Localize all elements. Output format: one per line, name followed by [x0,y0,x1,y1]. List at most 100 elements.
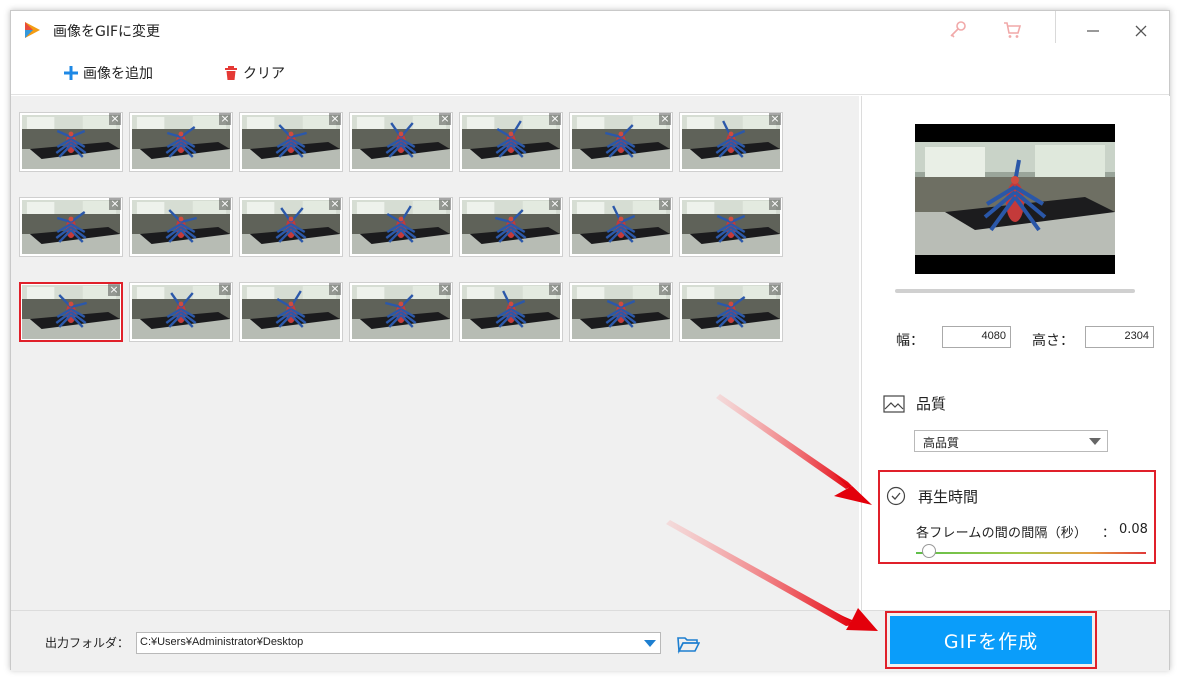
thumbnail-grid: × × × × × × × × × × × × × × × × × × × × × [11,96,859,610]
thumbnail-photo [352,200,450,254]
chevron-down-icon[interactable] [644,640,656,647]
preview-progress-track[interactable] [895,289,1135,293]
thumbnail-photo [22,200,120,254]
remove-thumbnail-icon[interactable]: × [549,198,561,210]
minimize-icon[interactable] [1081,19,1105,43]
image-thumbnail[interactable]: × [459,112,563,172]
window-title: 画像をGIFに変更 [53,24,161,40]
key-icon[interactable] [947,19,969,41]
output-folder-label: 出力フォルダ： [45,636,130,650]
image-thumbnail[interactable]: × [459,197,563,257]
image-thumbnail[interactable]: × [19,112,123,172]
clear-button[interactable]: クリア [223,62,285,84]
thumbnail-photo [132,285,230,339]
thumbnail-photo [22,285,120,339]
interval-label: 各フレームの間の間隔（秒） [916,526,1088,541]
image-thumbnail[interactable]: × [129,112,233,172]
remove-thumbnail-icon[interactable]: × [109,198,121,210]
remove-thumbnail-icon[interactable]: × [769,113,781,125]
image-thumbnail[interactable]: × [349,112,453,172]
thumbnail-photo [242,285,340,339]
image-thumbnail[interactable]: × [679,282,783,342]
app-logo-icon [25,22,40,38]
image-thumbnail[interactable]: × [129,282,233,342]
thumbnail-photo [22,115,120,169]
title-separator [1055,11,1056,43]
image-thumbnail[interactable]: × [19,282,123,342]
remove-thumbnail-icon[interactable]: × [219,283,231,295]
trash-icon [225,66,237,80]
image-thumbnail[interactable]: × [239,197,343,257]
create-gif-button[interactable]: GIFを作成 [890,616,1092,664]
image-thumbnail[interactable]: × [349,282,453,342]
image-thumbnail[interactable]: × [679,112,783,172]
remove-thumbnail-icon[interactable]: × [439,283,451,295]
folder-icon[interactable] [676,634,700,654]
interval-slider-thumb[interactable] [922,544,936,558]
interval-slider[interactable] [916,552,1146,554]
thumbnail-photo [682,115,780,169]
output-folder-field[interactable]: C:¥Users¥Administrator¥Desktop [136,632,661,654]
thumbnail-photo [462,200,560,254]
thumbnail-photo [572,285,670,339]
preview-image [915,124,1115,274]
remove-thumbnail-icon[interactable]: × [439,113,451,125]
thumbnail-photo [462,285,560,339]
quality-label: 品質 [916,395,947,413]
image-thumbnail[interactable]: × [679,197,783,257]
image-thumbnail[interactable]: × [569,197,673,257]
thumbnail-photo [242,200,340,254]
image-thumbnail[interactable]: × [459,282,563,342]
add-image-button[interactable]: 画像を追加 [63,62,153,84]
quality-selected-value: 高品質 [923,436,960,450]
image-thumbnail[interactable]: × [569,282,673,342]
thumbnail-photo [462,115,560,169]
thumbnail-photo [242,115,340,169]
remove-thumbnail-icon[interactable]: × [219,113,231,125]
plus-icon [64,66,78,80]
height-label: 高さ： [1032,333,1074,349]
remove-thumbnail-icon[interactable]: × [219,198,231,210]
image-thumbnail[interactable]: × [349,197,453,257]
remove-thumbnail-icon[interactable]: × [659,113,671,125]
remove-thumbnail-icon[interactable]: × [659,198,671,210]
thumbnail-photo [572,200,670,254]
output-folder-path: C:¥Users¥Administrator¥Desktop [140,636,304,648]
remove-thumbnail-icon[interactable]: × [108,284,120,296]
height-field[interactable]: 2304 [1085,326,1154,348]
clock-icon [886,486,906,506]
remove-thumbnail-icon[interactable]: × [329,198,341,210]
remove-thumbnail-icon[interactable]: × [769,198,781,210]
properties-panel: 幅： 4080 高さ： 2304 品質 高品質 再生時間 各フレームの間の間隔（… [861,96,1170,610]
remove-thumbnail-icon[interactable]: × [329,283,341,295]
cart-icon[interactable] [1001,19,1023,41]
thumbnail-photo [132,200,230,254]
thumbnail-photo [352,115,450,169]
image-icon [883,395,905,413]
thumbnail-photo [682,200,780,254]
image-thumbnail[interactable]: × [19,197,123,257]
thumbnail-photo [572,115,670,169]
remove-thumbnail-icon[interactable]: × [329,113,341,125]
image-thumbnail[interactable]: × [129,197,233,257]
thumbnail-photo [132,115,230,169]
image-thumbnail[interactable]: × [569,112,673,172]
remove-thumbnail-icon[interactable]: × [659,283,671,295]
remove-thumbnail-icon[interactable]: × [549,113,561,125]
playback-section: 再生時間 各フレームの間の間隔（秒） ： 0.08 [878,470,1156,564]
toolbar: 画像を追加 クリア [11,51,1169,95]
quality-select[interactable]: 高品質 [914,430,1108,452]
remove-thumbnail-icon[interactable]: × [109,113,121,125]
remove-thumbnail-icon[interactable]: × [439,198,451,210]
bottom-bar: 出力フォルダ： C:¥Users¥Administrator¥Desktop G… [11,610,1169,671]
remove-thumbnail-icon[interactable]: × [549,283,561,295]
app-window: 画像をGIFに変更 画像を追加 クリア × × × × × × × × × × … [10,10,1170,671]
close-icon[interactable] [1129,19,1153,43]
title-bar: 画像をGIFに変更 [11,11,1169,51]
image-thumbnail[interactable]: × [239,112,343,172]
remove-thumbnail-icon[interactable]: × [769,283,781,295]
width-field[interactable]: 4080 [942,326,1011,348]
playback-label: 再生時間 [918,488,979,506]
interval-value: 0.08 [1119,522,1148,537]
image-thumbnail[interactable]: × [239,282,343,342]
